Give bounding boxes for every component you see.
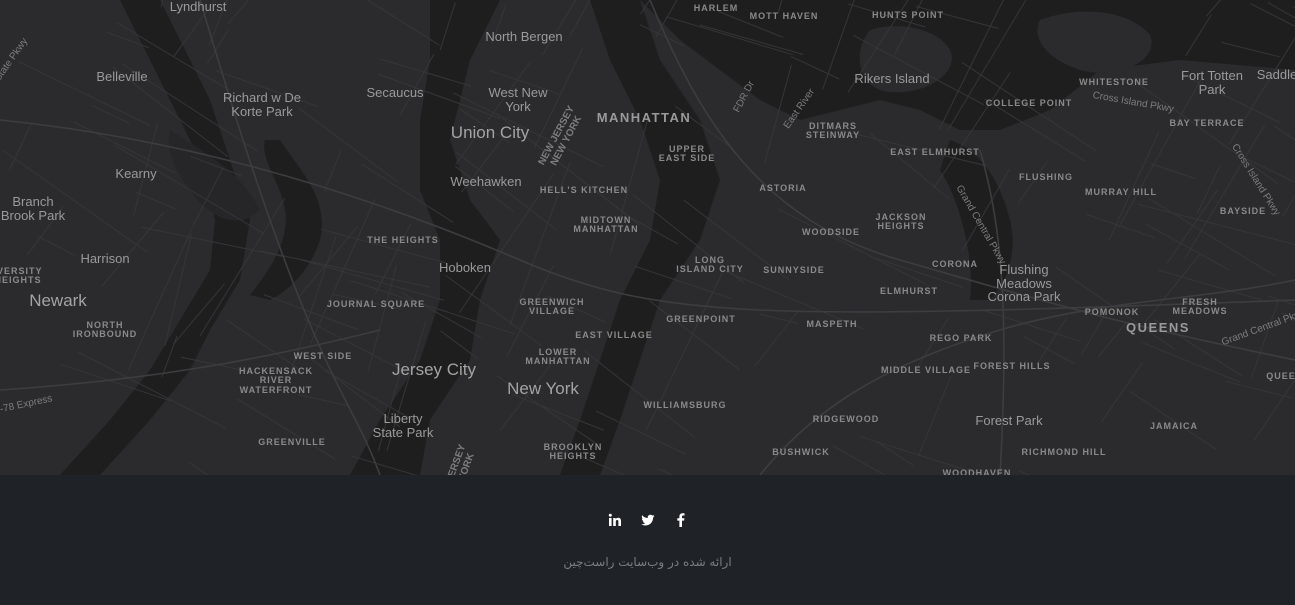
map-label-woodside: WOODSIDE [801,227,861,237]
map-label-greenwich-village: GREENWICH VILLAGE [519,297,585,317]
map-label-bayside: BAYSIDE [1219,206,1267,216]
map-label-harrison: Harrison [80,251,130,266]
twitter-icon [640,514,654,526]
map-label-east-village: EAST VILLAGE [575,330,653,340]
map-label-hoboken: Hoboken [438,260,492,275]
map-label-ditmars-steinway: DITMARS STEINWAY [805,121,861,141]
map-label-middle-village: MIDDLE VILLAGE [881,365,971,375]
map-label-flushing: FLUSHING [1019,172,1073,182]
map-label-lyndhurst: Lyndhurst [169,0,227,14]
map-label-kearny: Kearny [115,166,157,181]
footer-credit: ارائه شده در وب‌سایت راست‌چین [563,555,732,569]
map-view[interactable]: Lyndhurst North Bergen HARLEM MOTT HAVEN HUN… [0,0,1295,475]
map-label-hells-kitchen: HELL'S KITCHEN [539,185,629,195]
map-label-midtown-manhattan: MIDTOWN MANHATTAN [573,215,639,235]
map-label-east-elmhurst: EAST ELMHURST [890,147,980,157]
map-label-flushing-meadows-corona-park: Flushing Meadows Corona Park [987,262,1061,305]
map-label-whitestone: WHITESTONE [1079,77,1149,87]
map-label-journal-square: JOURNAL SQUARE [326,299,426,309]
map-label-branch-brook-park: Branch Brook Park [0,194,66,223]
facebook-link[interactable] [674,513,688,527]
site-footer: ارائه شده در وب‌سایت راست‌چین [0,475,1295,605]
map-label-north-bergen: North Bergen [485,29,563,44]
map-labels: Lyndhurst North Bergen HARLEM MOTT HAVEN HUN… [0,0,1295,475]
linkedin-link[interactable] [608,513,622,527]
map-label-bushwick: BUSHWICK [772,447,830,457]
facebook-icon [676,513,684,527]
road-label-fdr-dr: FDR Dr [731,79,758,115]
map-label-greenville: GREENVILLE [258,437,326,447]
map-label-newark: Newark [29,291,87,310]
map-label-north-ironbound: NORTH IRONBOUND [72,320,138,340]
road-label-grand-central-pkwy-1: Grand Central Pkwy [953,183,1008,267]
map-label-mott-haven: MOTT HAVEN [749,11,819,21]
road-label-grand-central-pkwy-2: Grand Central Pkw [1220,308,1295,349]
map-label-williamsburg: WILLIAMSBURG [643,400,727,410]
map-label-rego-park: REGO PARK [929,333,993,343]
map-label-university-heights: IVERSITYHEIGHTS [0,266,43,286]
map-label-secaucus: Secaucus [366,85,424,100]
map-label-jackson-heights: JACKSON HEIGHTS [875,212,927,232]
map-label-manhattan: MANHATTAN [596,110,692,125]
map-label-west-new-york: West New York [488,85,548,114]
map-label-saddle: Saddle [1256,67,1295,82]
map-label-forest-park: Forest Park [975,413,1043,428]
map-label-forest-hills: FOREST HILLS [973,361,1051,371]
map-label-brooklyn-heights: BROOKLYN HEIGHTS [543,442,603,462]
twitter-link[interactable] [640,513,655,527]
map-label-ridgewood: RIDGEWOOD [812,414,880,424]
road-label-new-jersey-new-york-north: NEW JERSEY NEW YORK [536,104,584,168]
map-label-college-point: COLLEGE POINT [985,98,1073,108]
map-label-pomonok: POMONOK [1084,307,1140,317]
map-label-hunts-point: HUNTS POINT [871,10,945,20]
map-label-richard-w-de-korte-park: Richard w De Korte Park [222,90,302,119]
map-label-queens: QUEENS [1126,320,1190,335]
road-label-i-78-express: I-78 Express [0,393,54,416]
map-label-corona: CORONA [932,259,978,269]
map-label-long-island-city: LONG ISLAND CITY [676,255,744,275]
map-label-upper-east-side: UPPER EAST SIDE [658,144,716,164]
map-label-union-city: Union City [450,123,530,142]
road-label-state-pkwy: State Pkwy [0,36,31,84]
linkedin-icon [608,513,621,526]
map-label-queens-village: QUEE [1266,371,1295,381]
map-label-fresh-meadows: FRESH MEADOWS [1172,297,1228,317]
map-label-greenpoint: GREENPOINT [666,314,736,324]
map-label-jersey-city: Jersey City [391,360,477,379]
map-label-belleville: Belleville [96,69,148,84]
map-label-astoria: ASTORIA [759,183,807,193]
map-label-hackensack-river-waterfront: HACKENSACK RIVER WATERFRONT [238,366,314,395]
map-label-lower-manhattan: LOWER MANHATTAN [525,347,591,367]
social-links [0,513,1295,527]
map-label-bay-terrace: BAY TERRACE [1169,118,1245,128]
road-label-cross-island-pkwy-1: Cross Island Pkwy [1091,89,1175,116]
map-label-jamaica: JAMAICA [1149,421,1199,431]
map-label-rikers-island: Rikers Island [854,71,930,86]
map-label-sunnyside: SUNNYSIDE [763,265,825,275]
map-label-murray-hill: MURRAY HILL [1084,187,1158,197]
map-label-fort-totten-park: Fort Totten Park [1181,68,1243,97]
road-label-new-jersey-new-york-south: JERSEY YORK [444,443,477,475]
map-label-richmond-hill: RICHMOND HILL [1021,447,1107,457]
map-label-weehawken: Weehawken [450,174,522,189]
map-label-elmhurst: ELMHURST [880,286,938,296]
map-label-the-heights: THE HEIGHTS [367,235,439,245]
map-label-maspeth: MASPETH [806,319,858,329]
map-label-new-york: New York [507,379,579,398]
map-label-harlem: HARLEM [693,3,739,13]
map-label-liberty-state-park: Liberty State Park [372,411,434,440]
map-label-west-side: WEST SIDE [293,351,353,361]
